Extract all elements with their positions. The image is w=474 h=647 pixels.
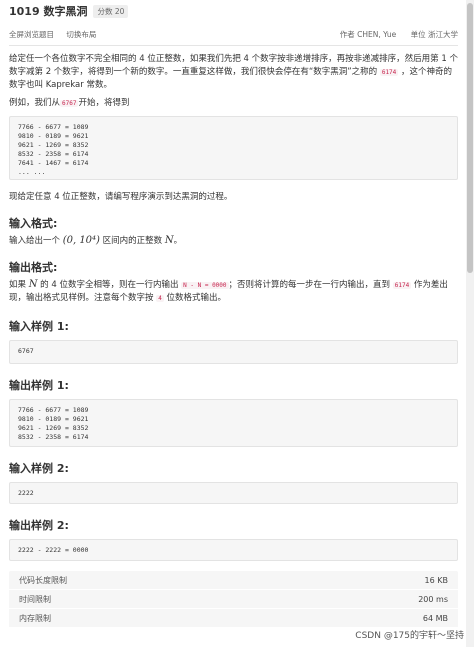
example-paragraph: 例如，我们从 6767 开始，将得到 — [9, 97, 458, 110]
limit-label: 内存限制 — [19, 613, 51, 623]
sample-output-2-heading: 输出样例 2: — [9, 519, 69, 532]
output-text: 如果 — [9, 280, 29, 290]
sample-input-1-block: 6767 — [9, 340, 458, 364]
input-range-math: (0, 10⁴) — [62, 235, 100, 246]
problem-title: 1019 数字黑洞 — [9, 5, 88, 18]
input-format-paragraph: 输入给出一个 (0, 10⁴) 区间内的正整数 N。 — [9, 234, 458, 248]
limit-value: 64 MB — [422, 613, 448, 623]
problem-page: 1019 数字黑洞 分数 20 全屏浏览题目 切换布局 作者 CHEN, Yue… — [0, 0, 466, 647]
action-row: 全屏浏览题目 切换布局 作者 CHEN, Yue 单位 浙江大学 — [9, 29, 458, 39]
inline-code: 6767 — [60, 100, 79, 107]
example-code-block: 7766 - 6677 = 1089 9810 - 0189 = 9621 96… — [9, 116, 458, 180]
author: 作者 CHEN, Yue — [339, 30, 397, 39]
inline-code: N - N = 0000 — [181, 282, 229, 289]
sample-output-1-block: 7766 - 6677 = 1089 9810 - 0189 = 9621 96… — [9, 399, 458, 447]
limits-table: 代码长度限制 16 KB 时间限制 200 ms 内存限制 64 MB — [9, 571, 458, 628]
scrollbar-thumb[interactable] — [467, 3, 473, 273]
sample-input-1-heading: 输入样例 1: — [9, 320, 69, 333]
limit-label: 时间限制 — [19, 594, 51, 604]
inline-code: 4 — [156, 295, 164, 302]
output-text-2: 的 4 位数字全相等，则在一行内输出 — [37, 280, 182, 290]
score-badge: 分数 20 — [93, 4, 129, 18]
unit: 单位 浙江大学 — [410, 30, 458, 39]
watermark: CSDN @175的宇轩～坚持 — [355, 631, 464, 641]
page-scrollbar[interactable] — [466, 0, 474, 647]
input-text-end: 。 — [173, 236, 183, 246]
inline-code: 6174 — [379, 69, 399, 76]
output-text-5: 位数格式输出。 — [163, 293, 227, 303]
divider — [9, 45, 458, 46]
sample-output-2-block: 2222 - 2222 = 0000 — [9, 539, 458, 561]
limit-label: 代码长度限制 — [19, 575, 67, 585]
intro-paragraph: 给定任一个各位数字不完全相同的 4 位正整数，如果我们先把 4 个数字按非递增排… — [9, 53, 458, 92]
switch-layout-link[interactable]: 切换布局 — [66, 30, 96, 39]
output-format-heading: 输出格式: — [9, 261, 58, 274]
limit-value: 16 KB — [424, 575, 448, 585]
actions: 全屏浏览题目 切换布局 — [9, 29, 106, 39]
sample-input-2-block: 2222 — [9, 482, 458, 504]
limit-value: 200 ms — [418, 594, 448, 604]
example-text: 例如，我们从 — [9, 98, 61, 108]
fullscreen-link[interactable]: 全屏浏览题目 — [9, 30, 54, 39]
input-var-n: N — [164, 235, 174, 246]
title-row: 1019 数字黑洞 分数 20 — [9, 4, 458, 18]
task-paragraph: 现给定任意 4 位正整数，请编写程序演示到达黑洞的过程。 — [9, 192, 233, 202]
limit-row-time: 时间限制 200 ms — [9, 590, 458, 609]
limit-row-memory: 内存限制 64 MB — [9, 609, 458, 628]
input-text-mid: 区间内的正整数 — [99, 236, 165, 246]
sample-output-1-heading: 输出样例 1: — [9, 379, 69, 392]
output-format-paragraph: 如果 N 的 4 位数字全相等，则在一行内输出 N - N = 0000 ；否则将… — [9, 278, 458, 305]
input-text: 输入给出一个 — [9, 236, 63, 246]
example-text-end: 开始，将得到 — [78, 98, 130, 108]
inline-code: 6174 — [392, 282, 412, 289]
input-format-heading: 输入格式: — [9, 217, 58, 230]
limit-row-code-length: 代码长度限制 16 KB — [9, 571, 458, 590]
problem-meta: 作者 CHEN, Yue 单位 浙江大学 — [328, 29, 458, 39]
output-text-3: ；否则将计算的每一步在一行内输出，直到 — [228, 280, 393, 290]
sample-input-2-heading: 输入样例 2: — [9, 462, 69, 475]
